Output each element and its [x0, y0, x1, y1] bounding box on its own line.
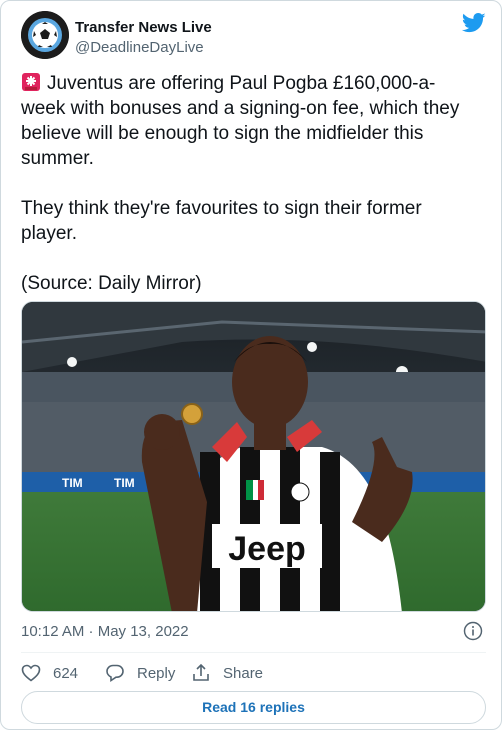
- account-handle[interactable]: @DeadlineDayLive: [75, 39, 204, 56]
- tweet-paragraph-2: They think they're favourites to sign th…: [21, 198, 427, 244]
- tweet-photo[interactable]: TIM TIM Jeep: [21, 301, 486, 612]
- reply-bubble-icon: [106, 664, 124, 682]
- tweet-paragraph-3: (Source: Daily Mirror): [21, 273, 202, 294]
- tweet-text: Juventus are offering Paul Pogba £160,00…: [21, 71, 461, 296]
- share-icon: [193, 663, 209, 681]
- info-icon[interactable]: [463, 621, 483, 641]
- board-text-left: TIM: [62, 476, 83, 490]
- avatar[interactable]: [21, 11, 69, 59]
- reply-button[interactable]: Reply: [105, 661, 175, 685]
- shirt-sponsor-text: Jeep: [228, 530, 306, 568]
- player-photo-illustration: TIM TIM Jeep: [22, 302, 485, 611]
- soccer-ball-icon: [21, 11, 69, 59]
- tweet-paragraph-1: Juventus are offering Paul Pogba £160,00…: [21, 73, 465, 169]
- heart-icon: [21, 664, 41, 682]
- share-button[interactable]: Share: [191, 661, 263, 685]
- tweet-actions: 624 Reply Share: [21, 661, 486, 685]
- share-label: Share: [223, 664, 264, 682]
- like-count: 624: [53, 664, 79, 682]
- reply-label: Reply: [137, 664, 176, 682]
- timestamp[interactable]: 10:12 AM · May 13, 2022: [21, 623, 189, 640]
- account-name[interactable]: Transfer News Live: [75, 19, 212, 36]
- like-button[interactable]: 624: [21, 661, 78, 685]
- twitter-bird-icon[interactable]: [462, 13, 486, 33]
- tweet-header: Transfer News Live @DeadlineDayLive: [21, 11, 486, 61]
- siren-emoji-icon: [22, 73, 40, 91]
- tweet-card: Transfer News Live @DeadlineDayLive Juve…: [0, 0, 502, 730]
- board-text-right: TIM: [114, 476, 135, 490]
- read-replies-button[interactable]: Read 16 replies: [21, 691, 486, 724]
- divider: [21, 652, 486, 653]
